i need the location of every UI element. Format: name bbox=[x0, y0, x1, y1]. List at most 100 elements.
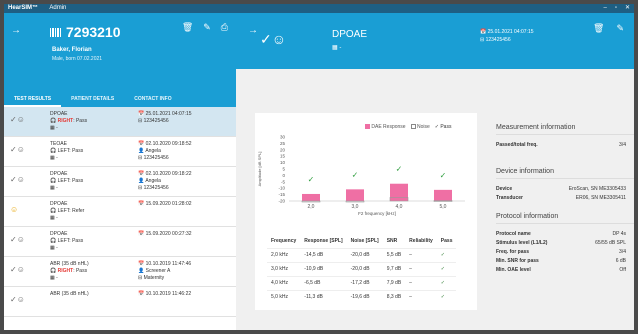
table-cell: 4,0 kHz bbox=[267, 275, 301, 290]
test-result: Pass bbox=[75, 268, 88, 274]
test-result: Refer bbox=[72, 208, 85, 214]
maximize-icon[interactable]: ▫ bbox=[615, 4, 617, 13]
ear-face-icon: ✓☺ bbox=[260, 31, 287, 47]
patient-tabs: TEST RESULTS PATIENT DETAILS CONTACT INF… bbox=[4, 93, 236, 107]
test-side: LEFT bbox=[57, 238, 70, 244]
test-result: Pass bbox=[72, 238, 84, 244]
qr-icon: ▦ - bbox=[50, 125, 58, 131]
table-cell: -20,0 dB bbox=[346, 247, 383, 262]
y-tick-label: 20 bbox=[280, 147, 286, 152]
x-tick-label: 5,0 bbox=[440, 204, 447, 210]
table-header: Frequency bbox=[271, 237, 297, 244]
patient-id: 7293210 bbox=[50, 24, 121, 40]
test-date: 02.10.2020 09:18:52 bbox=[145, 141, 192, 147]
detail-meta: 📅 25.01.2021 04:07:15 ⊟ 123425456 bbox=[480, 28, 534, 44]
detail-header: → ✓☺ DPOAE ▦ - 📅 25.01.2021 04:07:15 ⊟ 1… bbox=[236, 13, 634, 69]
x-tick-label: 4,0 bbox=[396, 204, 403, 210]
pass-mark: ✓ bbox=[308, 175, 315, 184]
table-header: Reliability bbox=[409, 237, 433, 244]
close-icon[interactable]: ✕ bbox=[625, 4, 630, 13]
back-arrow-icon[interactable]: → bbox=[11, 25, 21, 36]
test-line2: 123425456 bbox=[143, 118, 169, 124]
ear-face-icon: ✓☺ bbox=[10, 265, 25, 274]
delete-icon[interactable]: 🗑 bbox=[593, 23, 604, 34]
edit-icon[interactable]: ✎ bbox=[616, 23, 624, 34]
patient-header: → 7293210 Baker, Florian Male, born 07.0… bbox=[4, 13, 236, 93]
test-type: ABR (35 dB nHL) bbox=[50, 291, 89, 297]
table-cell: – bbox=[405, 247, 437, 262]
test-line2: Angela bbox=[145, 178, 161, 184]
test-date: 10.10.2019 11:46:22 bbox=[145, 291, 192, 297]
y-tick-label: 15 bbox=[280, 154, 286, 159]
table-cell: -20,0 dB bbox=[346, 261, 383, 276]
table-header: Pass bbox=[440, 237, 453, 244]
delete-icon[interactable]: 🗑 bbox=[182, 22, 193, 33]
table-cell: 8,3 dB bbox=[382, 289, 406, 304]
table-cell: -11,3 dB bbox=[300, 289, 347, 304]
headphones-icon: 🎧 bbox=[50, 118, 58, 124]
table-cell: 5,5 dB bbox=[382, 247, 406, 262]
print-icon[interactable]: ⎙ bbox=[221, 22, 228, 33]
tab-patient-details[interactable]: PATIENT DETAILS bbox=[61, 93, 124, 107]
qr-icon: ▦ - bbox=[50, 275, 58, 281]
app-window: HearSIM™ Admin – ▫ ✕ → 7293210 Baker, Fl… bbox=[4, 4, 634, 330]
table-cell: -17,2 dB bbox=[346, 275, 383, 290]
qr-icon: ▦ - bbox=[50, 245, 58, 251]
edit-icon[interactable]: ✎ bbox=[203, 22, 211, 33]
test-date: 15.09.2020 01:28:02 bbox=[145, 201, 192, 207]
test-side: LEFT bbox=[57, 178, 70, 184]
minimize-icon[interactable]: – bbox=[603, 4, 606, 13]
test-list-item[interactable]: ✓☺ ABR (35 dB nHL) 📅 10.10.2019 11:46:22 bbox=[4, 287, 236, 317]
headphones-icon: 🎧 bbox=[50, 208, 58, 214]
headphones-icon: 🎧 bbox=[50, 178, 58, 184]
table-header: SNR bbox=[386, 237, 398, 244]
info-panel: Measurement information Passed/total fre… bbox=[488, 119, 634, 275]
test-date: 02.10.2020 09:18:22 bbox=[145, 171, 192, 177]
table-cell: 5,0 kHz bbox=[267, 289, 301, 304]
table-cell: – bbox=[405, 261, 437, 276]
title-bar: HearSIM™ Admin – ▫ ✕ bbox=[4, 4, 634, 13]
y-tick-label: 10 bbox=[280, 160, 286, 165]
chart-card: DAE Response Noise ✓ Pass Amplitude [dB … bbox=[255, 113, 477, 310]
back-arrow-icon[interactable]: → bbox=[248, 25, 258, 36]
patient-born: Male, born 07.02.2021 bbox=[52, 56, 103, 62]
detail-title: DPOAE bbox=[332, 29, 368, 40]
qr-icon: ▦ - bbox=[50, 185, 58, 191]
test-list-item[interactable]: ✓☺ DPOAE 🎧 LEFT: Pass ▦ - 📅 15.09.2020 00:27… bbox=[4, 227, 236, 257]
qr-icon: ▦ - bbox=[332, 45, 342, 51]
noise-bar bbox=[301, 200, 321, 203]
test-line2: Angela bbox=[145, 148, 161, 154]
detail-serial: ⊟ 123425456 bbox=[480, 37, 511, 43]
table-cell: – bbox=[405, 275, 437, 290]
table-cell: -19,6 dB bbox=[346, 289, 383, 304]
qr-icon: ▦ - bbox=[50, 155, 58, 161]
table-row: 2,0 kHz -14,5 dB -20,0 dB 5,5 dB – ✓ bbox=[267, 247, 457, 262]
legend-noise: Noise bbox=[410, 124, 430, 130]
headphones-icon: 🎧 bbox=[50, 238, 58, 244]
test-list-item[interactable]: ☺ DPOAE 🎧 LEFT: Refer ▦ - 📅 15.09.2020 01:28… bbox=[4, 197, 236, 227]
test-list-item[interactable]: ✓☺ TEOAE 🎧 LEFT: Pass ▦ - 📅 02.10.2020 09:18… bbox=[4, 137, 236, 167]
y-tick-label: 30 bbox=[280, 135, 286, 140]
pass-mark: ✓ bbox=[440, 171, 447, 180]
table-cell: – bbox=[405, 289, 437, 304]
table-cell: -14,5 dB bbox=[300, 247, 347, 262]
test-list-item[interactable]: ✓☺ ABR (35 dB nHL) 🎧 RIGHT: Pass ▦ - 📅 10.10… bbox=[4, 257, 236, 287]
test-list-item[interactable]: ✓☺ DPOAE 🎧 RIGHT: Pass ▦ - 📅 25.01.2021 04:0… bbox=[4, 107, 236, 137]
chart-legend: DAE Response Noise ✓ Pass bbox=[365, 124, 451, 130]
test-list: ✓☺ DPOAE 🎧 RIGHT: Pass ▦ - 📅 25.01.2021 04:0… bbox=[4, 107, 236, 330]
legend-dae: DAE Response bbox=[365, 124, 406, 130]
dpoae-chart: Amplitude [dB SPL] 302520 1510 50-5 -10-15 -2… bbox=[257, 135, 465, 216]
table-row: 4,0 kHz -6,5 dB -17,2 dB 7,9 dB – ✓ bbox=[267, 275, 457, 290]
table-row: 3,0 kHz -10,9 dB -20,0 dB 9,7 dB – ✓ bbox=[267, 261, 457, 276]
legend-pass: ✓ Pass bbox=[434, 124, 452, 130]
tab-test-results[interactable]: TEST RESULTS bbox=[4, 93, 62, 107]
table-cell: -6,5 dB bbox=[300, 275, 347, 290]
tab-contact-info[interactable]: CONTACT INFO bbox=[124, 93, 181, 107]
test-type: DPOAE bbox=[50, 231, 68, 237]
noise-bar bbox=[345, 200, 365, 203]
test-list-item[interactable]: ✓☺ DPOAE 🎧 LEFT: Pass ▦ - 📅 02.10.2020 09:18… bbox=[4, 167, 236, 197]
y-tick-label: 0 bbox=[282, 173, 285, 178]
table-cell: ✓ bbox=[436, 261, 457, 276]
test-type: DPOAE bbox=[50, 201, 68, 207]
protocol-heading: Protocol information bbox=[496, 213, 634, 224]
